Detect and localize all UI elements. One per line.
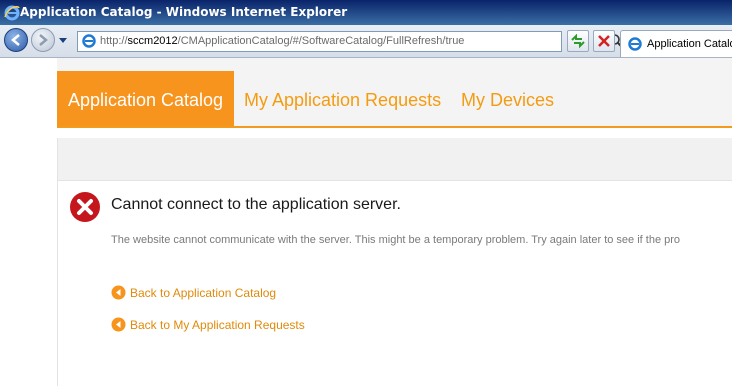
internet-explorer-icon <box>4 5 20 21</box>
page-icon <box>82 34 96 48</box>
error-icon <box>70 192 100 222</box>
tab-application-catalog[interactable]: Application Catalog <box>57 71 234 126</box>
tab-my-application-requests[interactable]: My Application Requests <box>244 71 441 126</box>
main-content: Cannot connect to the application server… <box>57 138 732 386</box>
url-host: sccm2012 <box>127 35 178 47</box>
refresh-icon <box>571 33 585 49</box>
browser-tab-label: Application Catalog <box>647 38 732 50</box>
app-nav-underline <box>0 126 732 128</box>
back-arrow-icon <box>11 34 20 46</box>
stop-button[interactable] <box>593 30 615 52</box>
window-title-bar[interactable]: Application Catalog - Windows Internet E… <box>0 0 732 25</box>
tab-page-icon <box>628 37 642 51</box>
back-arrow-circle-icon <box>111 285 126 300</box>
left-margin <box>0 58 57 386</box>
error-message: The website cannot communicate with the … <box>111 234 681 246</box>
stop-icon <box>598 35 610 47</box>
browser-tab[interactable]: Application Catalog <box>620 30 732 57</box>
back-arrow-circle-icon <box>111 317 126 332</box>
link-label[interactable]: Back to My Application Requests <box>130 317 305 333</box>
content-header-band <box>58 138 732 181</box>
recent-pages-dropdown[interactable] <box>59 38 67 43</box>
window-title: Application Catalog - Windows Internet E… <box>20 5 348 19</box>
forward-button[interactable] <box>31 28 55 52</box>
page-content: Application Catalog My Application Reque… <box>0 58 732 386</box>
address-bar[interactable]: http://sccm2012/CMApplicationCatalog/#/S… <box>77 31 635 52</box>
url-prefix: http:// <box>100 35 128 47</box>
error-title: Cannot connect to the application server… <box>111 196 401 213</box>
back-button[interactable] <box>4 28 28 52</box>
refresh-button[interactable] <box>567 30 589 52</box>
forward-arrow-icon <box>39 34 48 46</box>
address-url: http://sccm2012/CMApplicationCatalog/#/S… <box>100 32 464 51</box>
tab-my-devices[interactable]: My Devices <box>461 71 554 126</box>
url-path: /CMApplicationCatalog/#/SoftwareCatalog/… <box>177 35 465 47</box>
link-label[interactable]: Back to Application Catalog <box>130 285 276 301</box>
